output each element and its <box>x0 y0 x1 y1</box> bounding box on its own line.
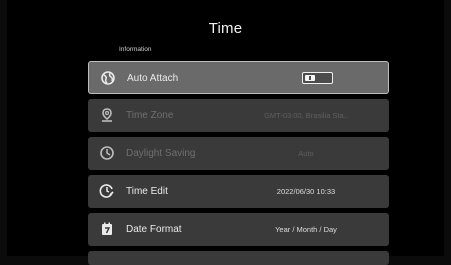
auto-attach-toggle[interactable] <box>302 72 333 84</box>
setting-label: Daylight Saving <box>126 148 196 159</box>
section-heading: Information <box>119 46 152 53</box>
setting-row-auto-attach[interactable]: Auto Attach <box>88 61 389 94</box>
location-pin-icon <box>99 107 115 123</box>
setting-row-daylight-saving[interactable]: Daylight Saving Auto <box>88 137 389 170</box>
setting-value: 2022/06/30 10:33 <box>276 187 336 196</box>
calendar-icon <box>99 221 115 237</box>
settings-screen: Time Information Auto Attach Time Zone G… <box>7 0 444 265</box>
setting-label: Time Zone <box>126 110 174 121</box>
setting-row-time-edit[interactable]: Time Edit 2022/06/30 10:33 <box>88 175 389 208</box>
setting-value: Auto <box>298 149 314 158</box>
page-title: Time <box>208 20 243 37</box>
clock-edit-icon <box>99 183 115 199</box>
setting-label: Time Edit <box>126 186 168 197</box>
globe-icon <box>100 70 116 86</box>
setting-label: Date Format <box>126 224 182 235</box>
setting-row-date-format[interactable]: Date Format Year / Month / Day <box>88 213 389 246</box>
setting-row-time-zone[interactable]: Time Zone GMT-03:00, Brasilia Sta.. <box>88 99 389 132</box>
clock-icon <box>99 145 115 161</box>
setting-value: GMT-03:00, Brasilia Sta.. <box>264 111 348 120</box>
setting-value: Year / Month / Day <box>275 225 337 234</box>
setting-label: Auto Attach <box>127 73 179 84</box>
setting-row-next[interactable] <box>88 251 389 265</box>
toggle-knob <box>305 75 315 81</box>
